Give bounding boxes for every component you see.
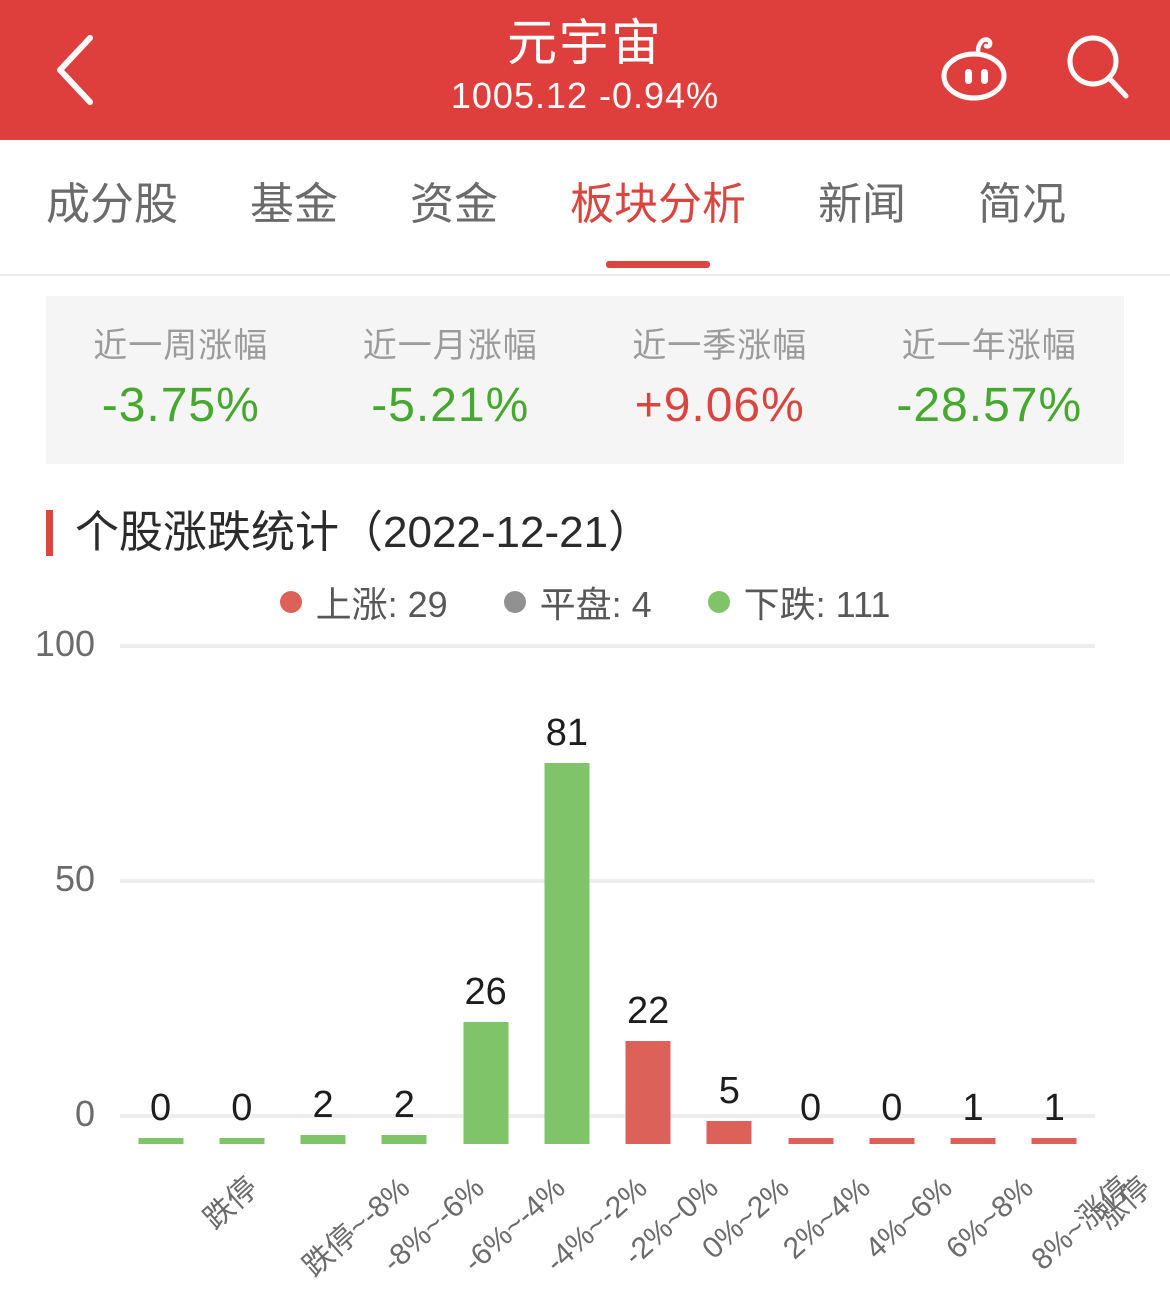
bar-value-label: 0 [150,1087,172,1129]
bar-value-label: 0 [231,1087,253,1129]
tab-label: 资金 [410,180,498,229]
tab-bar: 成分股 基金 资金 板块分析 新闻 简况 [0,140,1170,276]
bar[interactable] [950,1138,996,1144]
chart-plot-area: 0 50 100 0 0 2 2 26 81 22 5 0 0 1 1 [0,626,1170,1144]
tab-active-underline [606,261,710,268]
section-accent-bar [46,510,53,556]
stat-value: +9.06% [634,379,805,432]
legend-dot-icon [279,591,302,613]
bar-group-2[interactable]: 2 [283,674,364,1144]
tab-label: 新闻 [818,180,906,229]
tab-label: 基金 [250,180,338,229]
bar-value-label: 26 [464,970,507,1013]
x-axis-tick-label: 跌停 [197,1171,265,1236]
bar-group-5[interactable]: 81 [526,674,607,1144]
legend-item-0[interactable]: 上涨: 29 [279,576,448,628]
stat-item-1: 近一月涨幅 -5.21% [316,325,586,435]
legend-label: 上涨: 29 [315,584,448,625]
y-axis-tick: 50 [54,858,95,899]
bar-value-label: 0 [800,1087,822,1129]
performance-stats-section: 近一周涨幅 -3.75% 近一月涨幅 -5.21% 近一季涨幅 +9.06% 近一年涨幅 -2… [0,276,1170,464]
bar-group-10[interactable]: 1 [933,674,1014,1144]
x-axis-tick-label: 2%~4% [777,1171,878,1266]
bar-value-label: 22 [626,989,670,1032]
section-title-text: 个股涨跌统计（2022-12-21） [75,508,653,557]
legend-item-1[interactable]: 平盘: 4 [503,576,652,628]
performance-stats-panel: 近一周涨幅 -3.75% 近一月涨幅 -5.21% 近一季涨幅 +9.06% 近一年涨幅 -2… [46,296,1124,464]
bar-group-6[interactable]: 22 [608,674,689,1144]
bar-value-label: 0 [881,1087,903,1129]
bar[interactable] [706,1120,752,1144]
bar[interactable] [300,1134,346,1144]
bar[interactable] [138,1138,184,1144]
bar-value-label: 2 [393,1083,415,1126]
bar[interactable] [463,1021,509,1144]
bar-value-label: 2 [312,1083,334,1126]
chart-legend: 上涨: 29 平盘: 4 下跌: 111 [0,576,1170,628]
section-header: 个股涨跌统计（2022-12-21） [46,508,1170,558]
header-actions [934,28,1140,112]
bar[interactable] [1031,1138,1077,1144]
bar-group-3[interactable]: 2 [364,674,445,1144]
bar-group-0[interactable]: 0 [120,674,201,1144]
tab-label: 成分股 [46,180,178,229]
chart-bars: 0 0 2 2 26 81 22 5 0 0 1 1 [120,674,1095,1144]
y-axis-tick: 0 [74,1093,95,1134]
chart-x-axis: 跌停 跌停~-8% -8%~-6% -6%~-4% -4%~-2% -2%~0% 0%~2%… [120,1171,1157,1292]
stat-item-3: 近一年涨幅 -28.57% [855,325,1125,435]
search-button[interactable] [1056,28,1140,112]
bar-value-label: 5 [718,1069,740,1112]
tab-5[interactable]: 简况 [978,140,1066,228]
bar-group-7[interactable]: 5 [689,674,770,1144]
bar-group-4[interactable]: 26 [445,674,526,1144]
bar[interactable] [544,763,590,1144]
tab-4[interactable]: 新闻 [818,140,906,228]
gridline [120,644,1095,648]
robot-assistant-button[interactable] [934,28,1018,112]
legend-dot-icon [707,591,730,613]
bar-value-label: 1 [962,1087,984,1129]
x-axis-tick-label: 4%~6% [858,1171,959,1266]
tab-0[interactable]: 成分股 [46,140,178,228]
legend-label: 下跌: 111 [743,584,891,625]
bar-group-1[interactable]: 0 [201,674,282,1144]
stat-item-0: 近一周涨幅 -3.75% [46,325,316,435]
tab-3[interactable]: 板块分析 [570,140,746,268]
stat-label: 近一周涨幅 [93,327,269,365]
bar[interactable] [219,1138,265,1144]
bar[interactable] [381,1134,427,1144]
tab-label: 板块分析 [570,180,746,229]
tab-label: 简况 [978,180,1066,229]
app-header: 元宇宙 1005.12 -0.94% [0,0,1170,140]
bar-group-9[interactable]: 0 [851,674,932,1144]
search-icon [1056,26,1140,115]
legend-label: 平盘: 4 [539,584,652,625]
legend-item-2[interactable]: 下跌: 111 [707,576,891,628]
tab-list: 成分股 基金 资金 板块分析 新闻 简况 [0,140,1170,274]
y-axis-tick: 100 [34,623,95,664]
bar-group-8[interactable]: 0 [770,674,851,1144]
stat-label: 近一季涨幅 [632,327,808,365]
robot-icon [934,26,1018,115]
stock-distribution-chart: 上涨: 29 平盘: 4 下跌: 111 0 50 100 0 0 2 2 26 81 22 5 0 0 1… [0,576,1170,1283]
stat-value: -5.21% [371,379,530,432]
stat-item-2: 近一季涨幅 +9.06% [585,325,855,435]
stat-label: 近一月涨幅 [362,327,538,365]
stat-value: -3.75% [101,379,260,432]
bar[interactable] [625,1040,671,1144]
tab-1[interactable]: 基金 [250,140,338,228]
bar-value-label: 81 [545,712,589,755]
legend-dot-icon [503,591,526,613]
bar[interactable] [788,1138,834,1144]
stat-value: -28.57% [896,379,1083,432]
bar-group-11[interactable]: 1 [1014,674,1095,1144]
bar-value-label: 1 [1043,1087,1065,1129]
tab-2[interactable]: 资金 [410,140,498,228]
bar[interactable] [869,1138,915,1144]
stat-label: 近一年涨幅 [901,327,1077,365]
